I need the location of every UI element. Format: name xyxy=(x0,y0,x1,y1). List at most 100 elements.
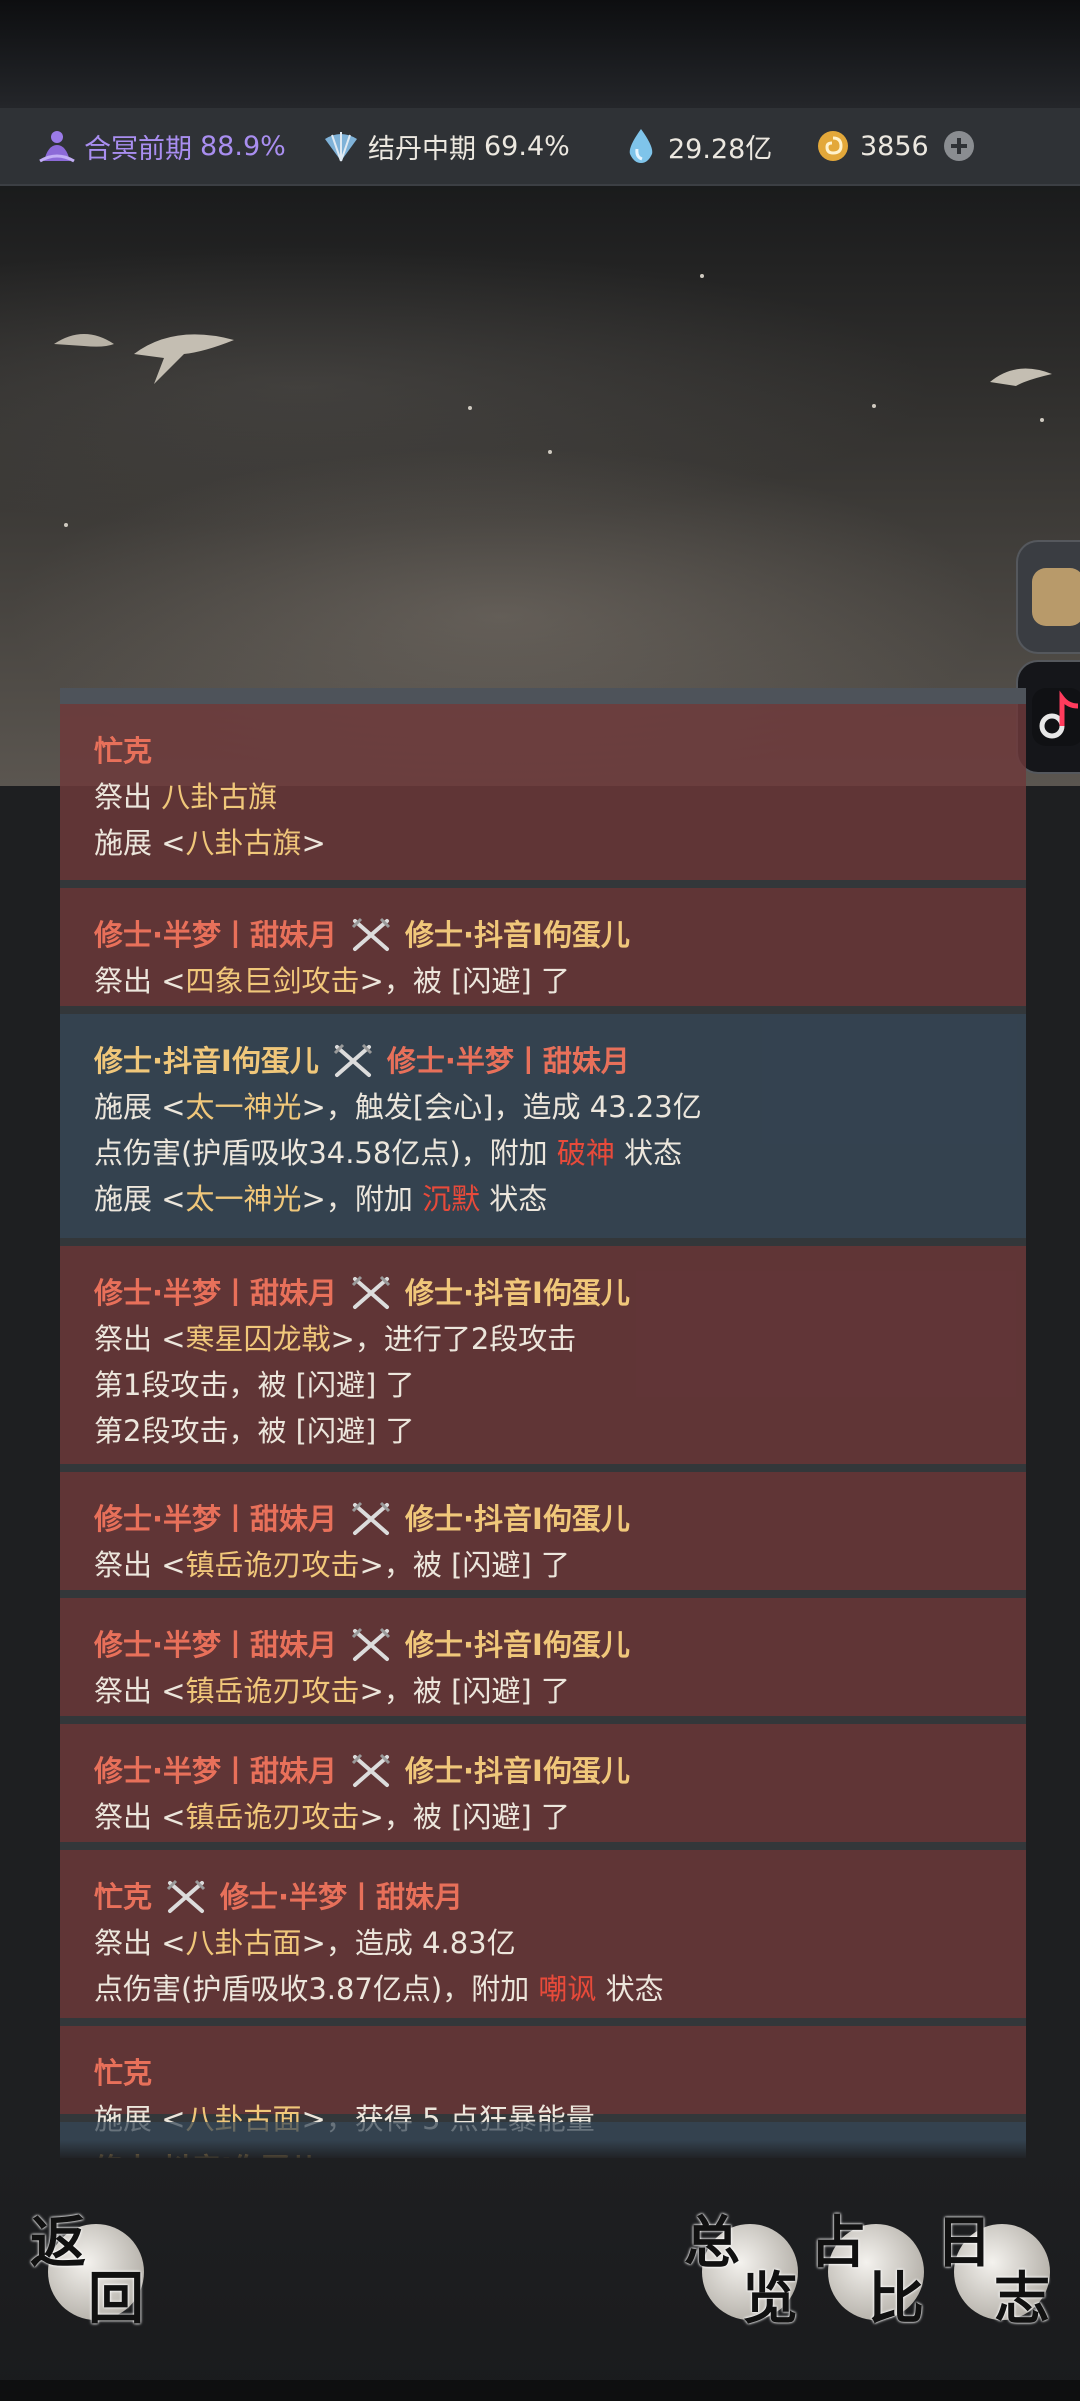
star xyxy=(468,406,472,410)
log-line: 第1段攻击，被 [闪避] 了 xyxy=(94,1362,992,1408)
skill-name: 太一神光 xyxy=(185,1090,302,1124)
defender-name[interactable]: 修士·抖音I佝蛋儿 xyxy=(405,912,630,958)
log-text: 状态 xyxy=(596,1972,664,2006)
back-button[interactable]: 返 回 xyxy=(30,2210,156,2332)
defender-name[interactable]: 修士·抖音I佝蛋儿 xyxy=(405,1748,630,1794)
realm-secondary[interactable]: 结丹中期 69.4% xyxy=(322,108,570,184)
realm-secondary-name: 结丹中期 xyxy=(368,133,476,165)
log-entry: 修士·抖音I佝蛋儿 修士·半梦丨甜妹月施展 <太一神光>，触发[会心]，造成 43… xyxy=(60,1014,1026,1238)
top-band xyxy=(0,0,1080,108)
log-text: 状态 xyxy=(614,1136,683,1170)
log-text: 第2段攻击，被 [闪避] 了 xyxy=(94,1414,415,1448)
defender-name[interactable]: 修士·抖音I佝蛋儿 xyxy=(405,1496,630,1542)
coins[interactable]: 3856 xyxy=(814,108,975,184)
log-line: 第2段攻击，被 [闪避] 了 xyxy=(94,1408,992,1454)
log-entry-header: 忙克 xyxy=(94,728,992,774)
crane-icon xyxy=(44,314,284,398)
log-text: 祭出 < xyxy=(94,1674,186,1708)
realm-primary[interactable]: 合冥前期 88.9% xyxy=(38,108,286,184)
defender-name[interactable]: 修士·半梦丨甜妹月 xyxy=(387,1038,630,1084)
log-entry-header: 修士·半梦丨甜妹月 修士·抖音I佝蛋儿 xyxy=(94,1496,992,1542)
music-note-icon xyxy=(1032,688,1080,746)
skill-name: 镇岳诡刃攻击 xyxy=(185,1548,360,1582)
skill-name: 四象巨剑攻击 xyxy=(185,964,360,998)
crossed-swords-icon xyxy=(166,1879,206,1915)
log-line: 施展 <八卦古旗> xyxy=(94,820,992,866)
log-entry-header: 忙克 xyxy=(94,2050,992,2096)
side-float-tab[interactable] xyxy=(1016,540,1080,654)
log-entry: 忙克 施展 <八卦古面>，获得 5 点狂暴能量 xyxy=(60,2026,1026,2136)
log-fade xyxy=(60,2140,1026,2158)
skill-name: 镇岳诡刃攻击 xyxy=(185,1674,360,1708)
defender-name[interactable]: 修士·抖音I佝蛋儿 xyxy=(405,1622,630,1668)
attacker-name[interactable]: 修士·半梦丨甜妹月 xyxy=(94,1748,337,1794)
log-entry-header: 修士·半梦丨甜妹月 修士·抖音I佝蛋儿 xyxy=(94,1622,992,1668)
crossed-swords-icon xyxy=(351,1753,391,1789)
attacker-name[interactable]: 忙克 xyxy=(94,1874,152,1920)
log-line: 祭出 <镇岳诡刃攻击>，被 [闪避] 了 xyxy=(94,1542,992,1588)
battle-log-panel[interactable]: 忙克 祭出 八卦古旗 施展 <八卦古旗> 修士·半梦丨甜妹月 修士·抖音I佝蛋儿 祭出 <… xyxy=(60,688,1026,2158)
overview-button[interactable]: 总 览 xyxy=(684,2210,810,2332)
status-effect: 沉默 xyxy=(422,1182,481,1216)
plus-circle-icon[interactable] xyxy=(943,130,975,162)
overview-char-1: 总 xyxy=(684,2210,740,2276)
log-text: >，触发[会心]，造成 43.23亿 xyxy=(301,1090,702,1124)
attacker-name[interactable]: 忙克 xyxy=(94,728,152,774)
log-text: 点伤害(护盾吸收3.87亿点)，附加 xyxy=(94,1972,539,2006)
ratio-char-1: 占 xyxy=(810,2210,866,2276)
resource-bar: 合冥前期 88.9% 结丹中期 69.4% 29.28亿 3856 xyxy=(0,108,1080,186)
attacker-name[interactable]: 忙克 xyxy=(94,2050,152,2096)
spiral-coin-icon xyxy=(814,127,852,165)
log-text: 第1段攻击，被 [闪避] 了 xyxy=(94,1368,415,1402)
log-text: >，被 [闪避] 了 xyxy=(359,964,570,998)
log-line: 点伤害(护盾吸收34.58亿点)，附加 破神 状态 xyxy=(94,1130,992,1176)
crossed-swords-icon xyxy=(351,1501,391,1537)
star xyxy=(1040,418,1044,422)
side-float-avatar xyxy=(1032,568,1080,626)
skill-name: 寒星囚龙戟 xyxy=(185,1322,331,1356)
log-text: >，被 [闪避] 了 xyxy=(359,1548,570,1582)
log-text: >，被 [闪避] 了 xyxy=(359,1800,570,1834)
crossed-swords-icon xyxy=(351,1275,391,1311)
log-entry-header: 修士·半梦丨甜妹月 修士·抖音I佝蛋儿 xyxy=(94,1748,992,1794)
ratio-button[interactable]: 占 比 xyxy=(810,2210,936,2332)
crane-icon xyxy=(986,356,1056,400)
log-line: 祭出 <四象巨剑攻击>，被 [闪避] 了 xyxy=(94,958,992,1004)
skill-name: 镇岳诡刃攻击 xyxy=(185,1800,360,1834)
log-text: 点伤害(护盾吸收34.58亿点)，附加 xyxy=(94,1136,557,1170)
attacker-name[interactable]: 修士·抖音I佝蛋儿 xyxy=(94,1038,319,1084)
attacker-name[interactable]: 修士·半梦丨甜妹月 xyxy=(94,1496,337,1542)
log-entry-header: 忙克 修士·半梦丨甜妹月 xyxy=(94,1874,992,1920)
lotus-figure-icon xyxy=(38,127,76,165)
log-line: 祭出 八卦古旗 xyxy=(94,774,992,820)
log-text: 施展 < xyxy=(94,826,186,860)
log-entry: 修士·半梦丨甜妹月 修士·抖音I佝蛋儿祭出 <镇岳诡刃攻击>，被 [闪避] 了 xyxy=(60,1724,1026,1842)
log-text: 施展 < xyxy=(94,1090,186,1124)
attacker-name[interactable]: 修士·半梦丨甜妹月 xyxy=(94,1270,337,1316)
defender-name[interactable]: 修士·抖音I佝蛋儿 xyxy=(405,1270,630,1316)
log-text: >，进行了2段攻击 xyxy=(330,1322,577,1356)
log-text: 祭出 < xyxy=(94,1322,186,1356)
star xyxy=(548,450,552,454)
bottom-edge xyxy=(0,2380,1080,2401)
attacker-name[interactable]: 修士·半梦丨甜妹月 xyxy=(94,912,337,958)
log-text: 状态 xyxy=(480,1182,548,1216)
attacker-name[interactable]: 修士·半梦丨甜妹月 xyxy=(94,1622,337,1668)
log-text: > xyxy=(301,826,326,860)
star xyxy=(700,274,704,278)
log-entry: 修士·半梦丨甜妹月 修士·抖音I佝蛋儿 祭出 <镇岳诡刃攻击>，被 [闪避] 了 xyxy=(60,1472,1026,1590)
log-panel-rim xyxy=(60,688,1026,704)
back-char-2: 回 xyxy=(88,2266,144,2332)
skill-name: 八卦古旗 xyxy=(185,826,302,860)
log-line: 点伤害(护盾吸收3.87亿点)，附加 嘲讽 状态 xyxy=(94,1966,992,2012)
log-entry-header: 修士·半梦丨甜妹月 修士·抖音I佝蛋儿 xyxy=(94,1270,992,1316)
log-entry-header: 修士·抖音I佝蛋儿 修士·半梦丨甜妹月 xyxy=(94,1038,992,1084)
log-line: 祭出 <寒星囚龙戟>，进行了2段攻击 xyxy=(94,1316,992,1362)
defender-name[interactable]: 修士·半梦丨甜妹月 xyxy=(220,1874,463,1920)
log-button[interactable]: 日 志 xyxy=(936,2210,1062,2332)
log-text: 祭出 < xyxy=(94,1800,186,1834)
status-effect: 嘲讽 xyxy=(538,1972,597,2006)
spirit-stones[interactable]: 29.28亿 xyxy=(622,108,772,184)
realm-secondary-pct: 69.4% xyxy=(484,130,570,162)
fan-icon xyxy=(322,127,360,165)
